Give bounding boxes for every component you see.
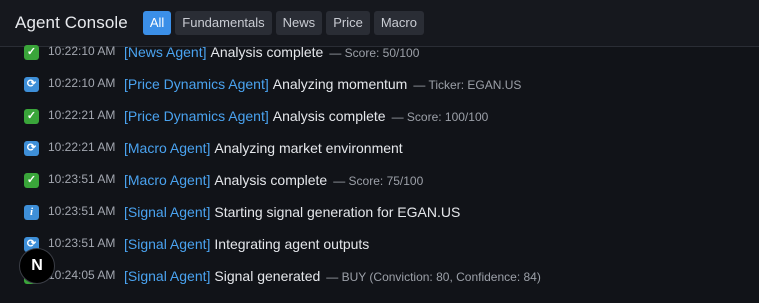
log-detail: — Score: 50/100: [329, 46, 420, 60]
log-agent: [Signal Agent]: [124, 268, 211, 284]
tab-price[interactable]: Price: [326, 11, 370, 35]
log-entry: ✓ 10:23:51 AM [Macro Agent] Analysis comp…: [0, 164, 759, 196]
log-entry: ✓ 10:24:05 AM [Signal Agent]Signal gener…: [0, 260, 759, 292]
log-message: Analysis complete: [210, 44, 324, 60]
log-time: 10:23:51 AM: [48, 236, 116, 250]
tab-fundamentals[interactable]: Fundamentals: [175, 11, 272, 35]
log-message: Signal generated: [214, 268, 321, 284]
log-agent: [Macro Agent]: [124, 172, 211, 188]
console-title: Agent Console: [15, 13, 128, 32]
log-entry: ⟳ 10:22:21 AM [Macro Agent] Analyzing mar…: [0, 132, 759, 164]
filter-tabs: All Fundamentals News Price Macro: [142, 11, 424, 35]
log-message: Integrating agent outputs: [214, 236, 370, 252]
log-agent: [News Agent]: [124, 44, 207, 60]
log-message: Analysis complete: [272, 108, 386, 124]
sync-icon: ⟳: [24, 77, 39, 92]
log-time: 10:23:51 AM: [48, 204, 116, 218]
log-entry: ⟳ 10:23:51 AM [Signal Agent] Integrating …: [0, 228, 759, 260]
log-time: 10:24:05 AM: [48, 268, 116, 282]
log-message: Starting signal generation for EGAN.US: [214, 204, 461, 220]
tab-macro[interactable]: Macro: [373, 11, 424, 35]
log-entry: ⟳ 10:22:10 AM [Price Dynamics Agent] Anal…: [0, 68, 759, 100]
log-message: Analysis complete: [214, 172, 328, 188]
log-agent: [Signal Agent]: [124, 204, 211, 220]
info-icon: i: [24, 205, 39, 220]
n-logo-button[interactable]: N: [19, 248, 55, 284]
log-agent: [Price Dynamics Agent]: [124, 108, 269, 124]
log-time: 10:22:21 AM: [48, 140, 116, 154]
log-agent: [Macro Agent]: [124, 140, 211, 156]
log-agent: [Signal Agent]: [124, 236, 211, 252]
log-entry: ✓ 10:22:10 AM [News Agent] Analysis compl…: [0, 36, 759, 68]
log-message: Analyzing momentum: [272, 76, 408, 92]
log-agent: [Price Dynamics Agent]: [124, 76, 269, 92]
log-entry: i 10:23:51 AM [Signal Agent] Starting sig…: [0, 196, 759, 228]
tab-all[interactable]: All: [142, 11, 172, 35]
check-icon: ✓: [24, 109, 39, 124]
log-time: 10:22:21 AM: [48, 108, 116, 122]
log-list[interactable]: ✓ 10:22:10 AM [News Agent] Analysis compl…: [0, 36, 759, 303]
log-detail: — BUY (Conviction: 80, Confidence: 84): [326, 270, 541, 284]
check-icon: ✓: [24, 45, 39, 60]
log-time: 10:22:10 AM: [48, 76, 116, 90]
tab-news[interactable]: News: [275, 11, 323, 35]
log-detail: — Score: 75/100: [333, 174, 424, 188]
log-time: 10:23:51 AM: [48, 172, 116, 186]
log-message: Analyzing market environment: [214, 140, 403, 156]
log-entry: ✓ 10:22:21 AM [Price Dynamics Agent] Anal…: [0, 100, 759, 132]
log-time: 10:22:10 AM: [48, 44, 116, 58]
log-detail: — Score: 100/100: [391, 110, 489, 124]
check-icon: ✓: [24, 173, 39, 188]
log-detail: — Ticker: EGAN.US: [413, 78, 522, 92]
sync-icon: ⟳: [24, 141, 39, 156]
